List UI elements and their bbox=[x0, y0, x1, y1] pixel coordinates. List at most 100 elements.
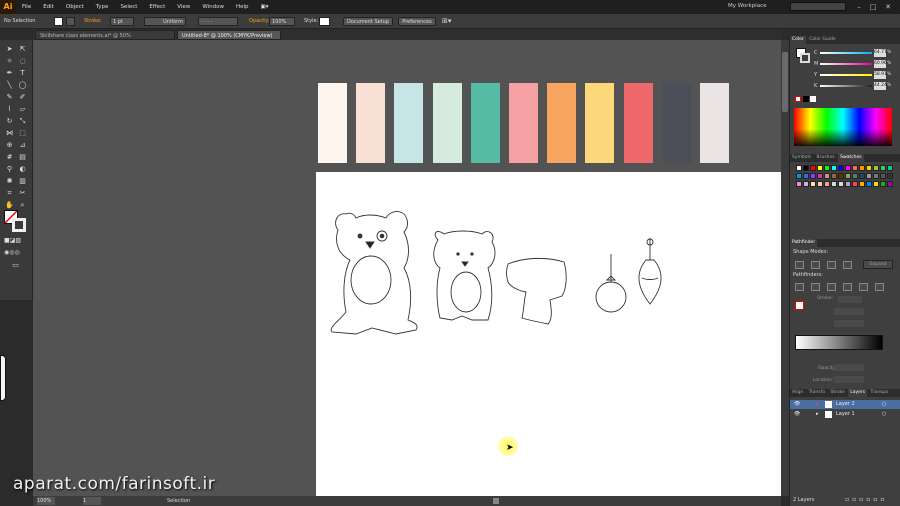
mesh-icon[interactable]: # bbox=[4, 152, 15, 162]
black-swatch[interactable] bbox=[803, 96, 809, 102]
expand-arrow-icon[interactable]: ▸ bbox=[816, 410, 819, 419]
hand-icon[interactable]: ✋ bbox=[4, 200, 15, 210]
pencil-icon[interactable]: ✐ bbox=[17, 92, 28, 102]
swatch[interactable] bbox=[803, 181, 809, 187]
tab-color-guide[interactable]: Color Guide bbox=[807, 37, 837, 42]
exclude-icon[interactable] bbox=[843, 261, 852, 269]
swatch[interactable] bbox=[873, 181, 879, 187]
swatch[interactable] bbox=[873, 165, 879, 171]
palette-swatch[interactable] bbox=[700, 83, 729, 163]
crop-icon[interactable] bbox=[843, 283, 852, 291]
blend-icon[interactable]: ◐ bbox=[17, 164, 28, 174]
paintbrush-icon[interactable]: ✎ bbox=[4, 92, 15, 102]
scale-icon[interactable]: ⤡ bbox=[17, 116, 28, 126]
cmyk-slider-row[interactable]: C 64.77% bbox=[810, 48, 900, 58]
expand-button[interactable]: Expand bbox=[863, 260, 893, 269]
swatch[interactable] bbox=[873, 173, 879, 179]
swatch[interactable] bbox=[887, 173, 893, 179]
target-icon[interactable]: ○ bbox=[882, 410, 886, 419]
swatch[interactable] bbox=[880, 181, 886, 187]
swatch[interactable] bbox=[810, 173, 816, 179]
artboard-number-field[interactable]: 1 bbox=[83, 497, 101, 505]
swatch[interactable] bbox=[831, 165, 837, 171]
arrange-icon[interactable]: ⊞▾ bbox=[442, 17, 451, 26]
palette-swatch[interactable] bbox=[585, 83, 615, 163]
none-swatch[interactable] bbox=[795, 96, 801, 102]
artboard[interactable] bbox=[316, 172, 781, 496]
menu-window[interactable]: Window bbox=[196, 0, 230, 14]
swatch[interactable] bbox=[866, 181, 872, 187]
stroke-weight-field[interactable]: 1 pt bbox=[110, 17, 134, 26]
swatch[interactable] bbox=[852, 165, 858, 171]
gradient-icon[interactable]: ▤ bbox=[17, 152, 28, 162]
vertical-scrollbar[interactable] bbox=[781, 40, 789, 496]
outline-icon[interactable] bbox=[859, 283, 868, 291]
cmyk-slider-row[interactable]: Y 58.91% bbox=[810, 70, 900, 80]
tab-align[interactable]: Align bbox=[790, 390, 805, 395]
channel-track[interactable] bbox=[820, 63, 872, 65]
swatch[interactable] bbox=[824, 181, 830, 187]
horizontal-scroll-thumb[interactable] bbox=[493, 498, 499, 504]
line-icon[interactable]: ╲ bbox=[4, 80, 15, 90]
merge-icon[interactable] bbox=[827, 283, 836, 291]
layer-name[interactable]: Layer 2 bbox=[836, 400, 855, 409]
menu-type[interactable]: Type bbox=[90, 0, 115, 14]
tab-transparency[interactable]: Transpa bbox=[869, 390, 891, 395]
graph-icon[interactable]: ▥ bbox=[17, 176, 28, 186]
width-icon[interactable]: ⋈ bbox=[4, 128, 15, 138]
palette-swatch[interactable] bbox=[432, 83, 462, 163]
layer-row[interactable]: 👁 ▸ Layer 1 ○ bbox=[790, 410, 900, 419]
menu-object[interactable]: Object bbox=[60, 0, 90, 14]
swatch[interactable] bbox=[845, 181, 851, 187]
gradient-opacity-field[interactable] bbox=[834, 364, 864, 371]
layers-actions-icon[interactable]: ▫▫▫▫▫▫ bbox=[845, 496, 887, 503]
swatch[interactable] bbox=[880, 173, 886, 179]
blob-brush-icon[interactable]: ⌇ bbox=[4, 104, 15, 114]
stroke-color-icon[interactable] bbox=[12, 218, 26, 232]
channel-track[interactable] bbox=[820, 52, 872, 54]
swatch[interactable] bbox=[852, 173, 858, 179]
tab-symbols[interactable]: Symbols bbox=[790, 155, 813, 160]
minus-back-icon[interactable] bbox=[875, 283, 884, 291]
color-stroke-icon[interactable] bbox=[800, 53, 810, 63]
palette-swatch[interactable] bbox=[318, 83, 347, 163]
swatch[interactable] bbox=[880, 165, 886, 171]
swatch[interactable] bbox=[817, 173, 823, 179]
gradient-fill-icon[interactable] bbox=[795, 301, 804, 310]
palette-swatch[interactable] bbox=[356, 83, 386, 163]
channel-value[interactable]: 60.96 bbox=[874, 60, 887, 68]
swatch[interactable] bbox=[817, 165, 823, 171]
cmyk-slider-row[interactable]: M 60.96% bbox=[810, 59, 900, 69]
document-setup-button[interactable]: Document Setup bbox=[343, 17, 393, 26]
artboard-icon[interactable]: ⌗ bbox=[4, 188, 15, 198]
menu-select[interactable]: Select bbox=[114, 0, 143, 14]
trim-icon[interactable] bbox=[811, 283, 820, 291]
tab-layers[interactable]: Layers bbox=[848, 389, 868, 397]
swatch[interactable] bbox=[796, 173, 802, 179]
opacity-field[interactable]: 100% bbox=[269, 17, 295, 26]
swatch[interactable] bbox=[831, 173, 837, 179]
swatch[interactable] bbox=[838, 165, 844, 171]
magic-wand-icon[interactable]: ✧ bbox=[4, 56, 15, 66]
swatch[interactable] bbox=[859, 181, 865, 187]
menu-effect[interactable]: Effect bbox=[143, 0, 171, 14]
swatch[interactable] bbox=[803, 173, 809, 179]
selection-tool-icon[interactable]: ➤ bbox=[4, 44, 15, 54]
palette-swatch[interactable] bbox=[394, 83, 424, 163]
gradient-slider[interactable] bbox=[795, 335, 883, 350]
symbol-sprayer-icon[interactable]: ✺ bbox=[4, 176, 15, 186]
swatch[interactable] bbox=[817, 181, 823, 187]
swatch[interactable] bbox=[831, 181, 837, 187]
free-transform-icon[interactable]: ⬚ bbox=[17, 128, 28, 138]
target-icon[interactable]: ○ bbox=[882, 400, 886, 409]
draw-mode-icon[interactable]: ◉◎◎ bbox=[4, 248, 20, 258]
preferences-button[interactable]: Preferences bbox=[398, 17, 436, 26]
zoom-icon[interactable]: ⌕ bbox=[17, 200, 28, 210]
tab-color[interactable]: Color bbox=[790, 36, 806, 44]
workspace-switcher[interactable]: My Workplace bbox=[728, 3, 766, 9]
swatch[interactable] bbox=[810, 165, 816, 171]
swatch[interactable] bbox=[887, 181, 893, 187]
channel-value[interactable]: 44.24 bbox=[874, 82, 887, 90]
color-mode-icon[interactable]: ■◪▨ bbox=[4, 236, 21, 246]
tab-pathfinder[interactable]: Pathfinder bbox=[790, 239, 818, 247]
